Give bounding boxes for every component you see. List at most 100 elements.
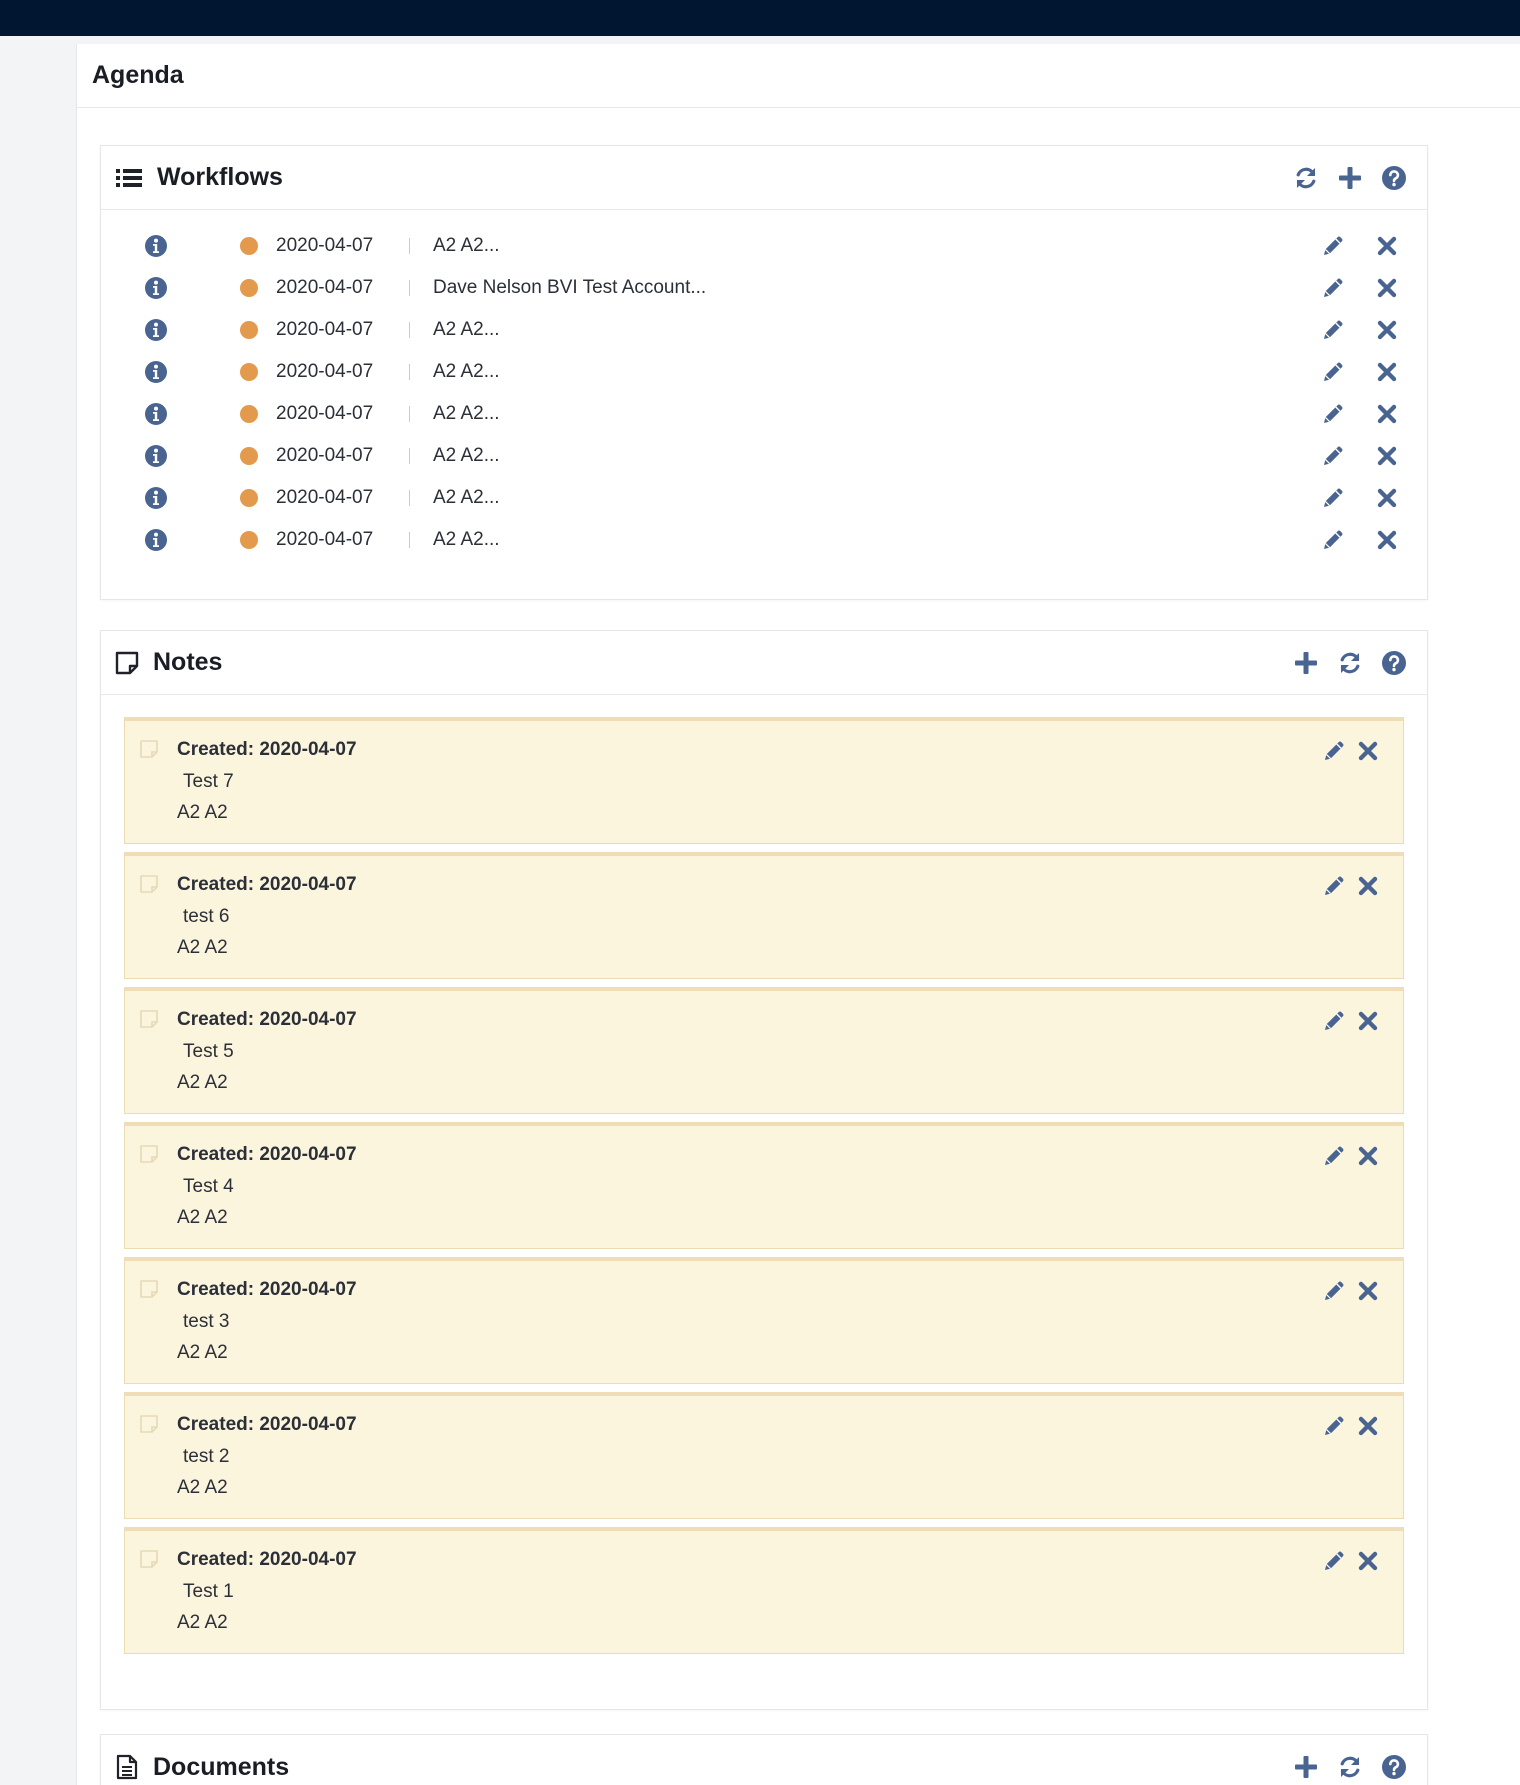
page-header: Agenda (77, 44, 1520, 108)
close-icon[interactable] (1356, 1009, 1380, 1033)
pencil-icon[interactable] (1321, 528, 1345, 552)
close-icon[interactable] (1356, 874, 1380, 898)
note-author: A2 A2 (177, 1477, 228, 1498)
pencil-icon[interactable] (1321, 234, 1345, 258)
workflow-title[interactable]: Dave Nelson BVI Test Account... (433, 277, 706, 299)
pencil-icon[interactable] (1322, 1144, 1346, 1168)
pencil-icon[interactable] (1321, 360, 1345, 384)
workflow-title[interactable]: A2 A2... (433, 319, 500, 341)
workflow-date[interactable]: 2020-04-07 (276, 235, 373, 257)
workflow-date[interactable]: 2020-04-07 (276, 445, 373, 467)
note-card[interactable]: Created: 2020-04-07 test 2 A2 A2 (124, 1392, 1404, 1519)
pencil-icon[interactable] (1321, 276, 1345, 300)
note-icon[interactable] (139, 1279, 159, 1299)
status-dot (240, 489, 258, 507)
note-icon[interactable] (139, 874, 159, 894)
workflow-title[interactable]: A2 A2... (433, 529, 500, 551)
workflow-title[interactable]: A2 A2... (433, 487, 500, 509)
note-title: Test 5 (183, 1041, 234, 1062)
pencil-icon[interactable] (1321, 318, 1345, 342)
notes-title: Notes (153, 648, 223, 676)
workflows-refresh-button[interactable] (1293, 165, 1319, 191)
workflow-title[interactable]: A2 A2... (433, 235, 500, 257)
notes-refresh-button[interactable] (1337, 650, 1363, 676)
workflow-date[interactable]: 2020-04-07 (276, 319, 373, 341)
pencil-icon[interactable] (1321, 444, 1345, 468)
close-icon[interactable] (1356, 739, 1380, 763)
close-icon[interactable] (1375, 276, 1399, 300)
close-icon[interactable] (1375, 444, 1399, 468)
pencil-icon[interactable] (1322, 1009, 1346, 1033)
pencil-icon[interactable] (1322, 1549, 1346, 1573)
workflow-date[interactable]: 2020-04-07 (276, 529, 373, 551)
note-icon[interactable] (139, 1414, 159, 1434)
workflow-row[interactable]: 2020-04-07 A2 A2... (101, 393, 1427, 435)
workflow-date[interactable]: 2020-04-07 (276, 403, 373, 425)
close-icon[interactable] (1375, 528, 1399, 552)
workflow-date[interactable]: 2020-04-07 (276, 487, 373, 509)
info-icon[interactable] (144, 402, 168, 426)
pencil-icon[interactable] (1322, 1279, 1346, 1303)
info-icon[interactable] (144, 444, 168, 468)
documents-help-button[interactable] (1381, 1754, 1407, 1780)
pencil-icon[interactable] (1322, 874, 1346, 898)
workflow-row[interactable]: 2020-04-07 A2 A2... (101, 351, 1427, 393)
workflow-row[interactable]: 2020-04-07 A2 A2... (101, 309, 1427, 351)
close-icon[interactable] (1356, 1279, 1380, 1303)
close-icon[interactable] (1375, 402, 1399, 426)
pencil-icon[interactable] (1321, 486, 1345, 510)
workflow-row[interactable]: 2020-04-07 A2 A2... (101, 519, 1427, 561)
close-icon[interactable] (1375, 486, 1399, 510)
note-created-date: Created: 2020-04-07 (177, 739, 357, 760)
workflow-row[interactable]: 2020-04-07 A2 A2... (101, 435, 1427, 477)
documents-refresh-button[interactable] (1337, 1754, 1363, 1780)
close-icon[interactable] (1375, 234, 1399, 258)
workflow-title[interactable]: A2 A2... (433, 403, 500, 425)
info-icon[interactable] (144, 234, 168, 258)
close-icon[interactable] (1356, 1144, 1380, 1168)
note-card[interactable]: Created: 2020-04-07 test 3 A2 A2 (124, 1257, 1404, 1384)
note-card[interactable]: Created: 2020-04-07 Test 4 A2 A2 (124, 1122, 1404, 1249)
workflow-date[interactable]: 2020-04-07 (276, 361, 373, 383)
close-icon[interactable] (1356, 1414, 1380, 1438)
info-icon[interactable] (144, 360, 168, 384)
note-title: Test 7 (183, 771, 234, 792)
pencil-icon[interactable] (1321, 402, 1345, 426)
notes-add-button[interactable] (1293, 650, 1319, 676)
note-icon[interactable] (139, 1549, 159, 1569)
note-icon[interactable] (139, 739, 159, 759)
workflows-help-button[interactable] (1381, 165, 1407, 191)
note-card[interactable]: Created: 2020-04-07 Test 1 A2 A2 (124, 1527, 1404, 1654)
workflow-title[interactable]: A2 A2... (433, 361, 500, 383)
divider (409, 322, 410, 338)
workflow-row[interactable]: 2020-04-07 A2 A2... (101, 225, 1427, 267)
page-title: Agenda (92, 61, 184, 89)
info-icon[interactable] (144, 276, 168, 300)
close-icon[interactable] (1375, 360, 1399, 384)
info-icon[interactable] (144, 486, 168, 510)
workflow-row[interactable]: 2020-04-07 Dave Nelson BVI Test Account..… (101, 267, 1427, 309)
note-icon[interactable] (139, 1144, 159, 1164)
note-card[interactable]: Created: 2020-04-07 Test 7 A2 A2 (124, 717, 1404, 844)
help-icon (1382, 651, 1406, 675)
note-title: test 6 (183, 906, 230, 927)
info-icon[interactable] (144, 318, 168, 342)
workflows-add-button[interactable] (1337, 165, 1363, 191)
divider (409, 280, 410, 296)
workflow-row[interactable]: 2020-04-07 A2 A2... (101, 477, 1427, 519)
documents-add-button[interactable] (1293, 1754, 1319, 1780)
note-card[interactable]: Created: 2020-04-07 test 6 A2 A2 (124, 852, 1404, 979)
help-icon (1382, 1755, 1406, 1779)
notes-help-button[interactable] (1381, 650, 1407, 676)
note-icon[interactable] (139, 1009, 159, 1029)
note-author: A2 A2 (177, 1612, 228, 1633)
pencil-icon[interactable] (1322, 739, 1346, 763)
workflow-date[interactable]: 2020-04-07 (276, 277, 373, 299)
note-created-date: Created: 2020-04-07 (177, 1279, 357, 1300)
close-icon[interactable] (1356, 1549, 1380, 1573)
pencil-icon[interactable] (1322, 1414, 1346, 1438)
info-icon[interactable] (144, 528, 168, 552)
close-icon[interactable] (1375, 318, 1399, 342)
workflow-title[interactable]: A2 A2... (433, 445, 500, 467)
note-card[interactable]: Created: 2020-04-07 Test 5 A2 A2 (124, 987, 1404, 1114)
